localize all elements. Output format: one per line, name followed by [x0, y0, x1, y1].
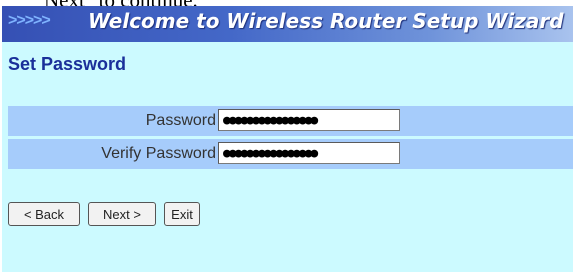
verify-password-row: Verify Password	[8, 139, 573, 169]
next-button[interactable]: Next >	[88, 202, 156, 226]
verify-password-input[interactable]	[218, 142, 400, 164]
banner-arrows-icon: >>>>>	[8, 12, 51, 29]
setup-wizard-panel: >>>>> Welcome to Wireless Router Setup W…	[2, 6, 573, 272]
page: Next" to continue. >>>>> Welcome to Wire…	[0, 0, 575, 276]
banner-title: Welcome to Wireless Router Setup Wizard	[88, 9, 564, 33]
section-title: Set Password	[8, 54, 127, 74]
back-button[interactable]: < Back	[8, 202, 80, 226]
wizard-banner: >>>>> Welcome to Wireless Router Setup W…	[2, 6, 573, 42]
password-row: Password	[8, 106, 573, 136]
password-label: Password	[145, 112, 216, 129]
exit-button[interactable]: Exit	[164, 202, 200, 226]
password-input[interactable]	[218, 109, 400, 131]
verify-password-label: Verify Password	[101, 145, 216, 162]
